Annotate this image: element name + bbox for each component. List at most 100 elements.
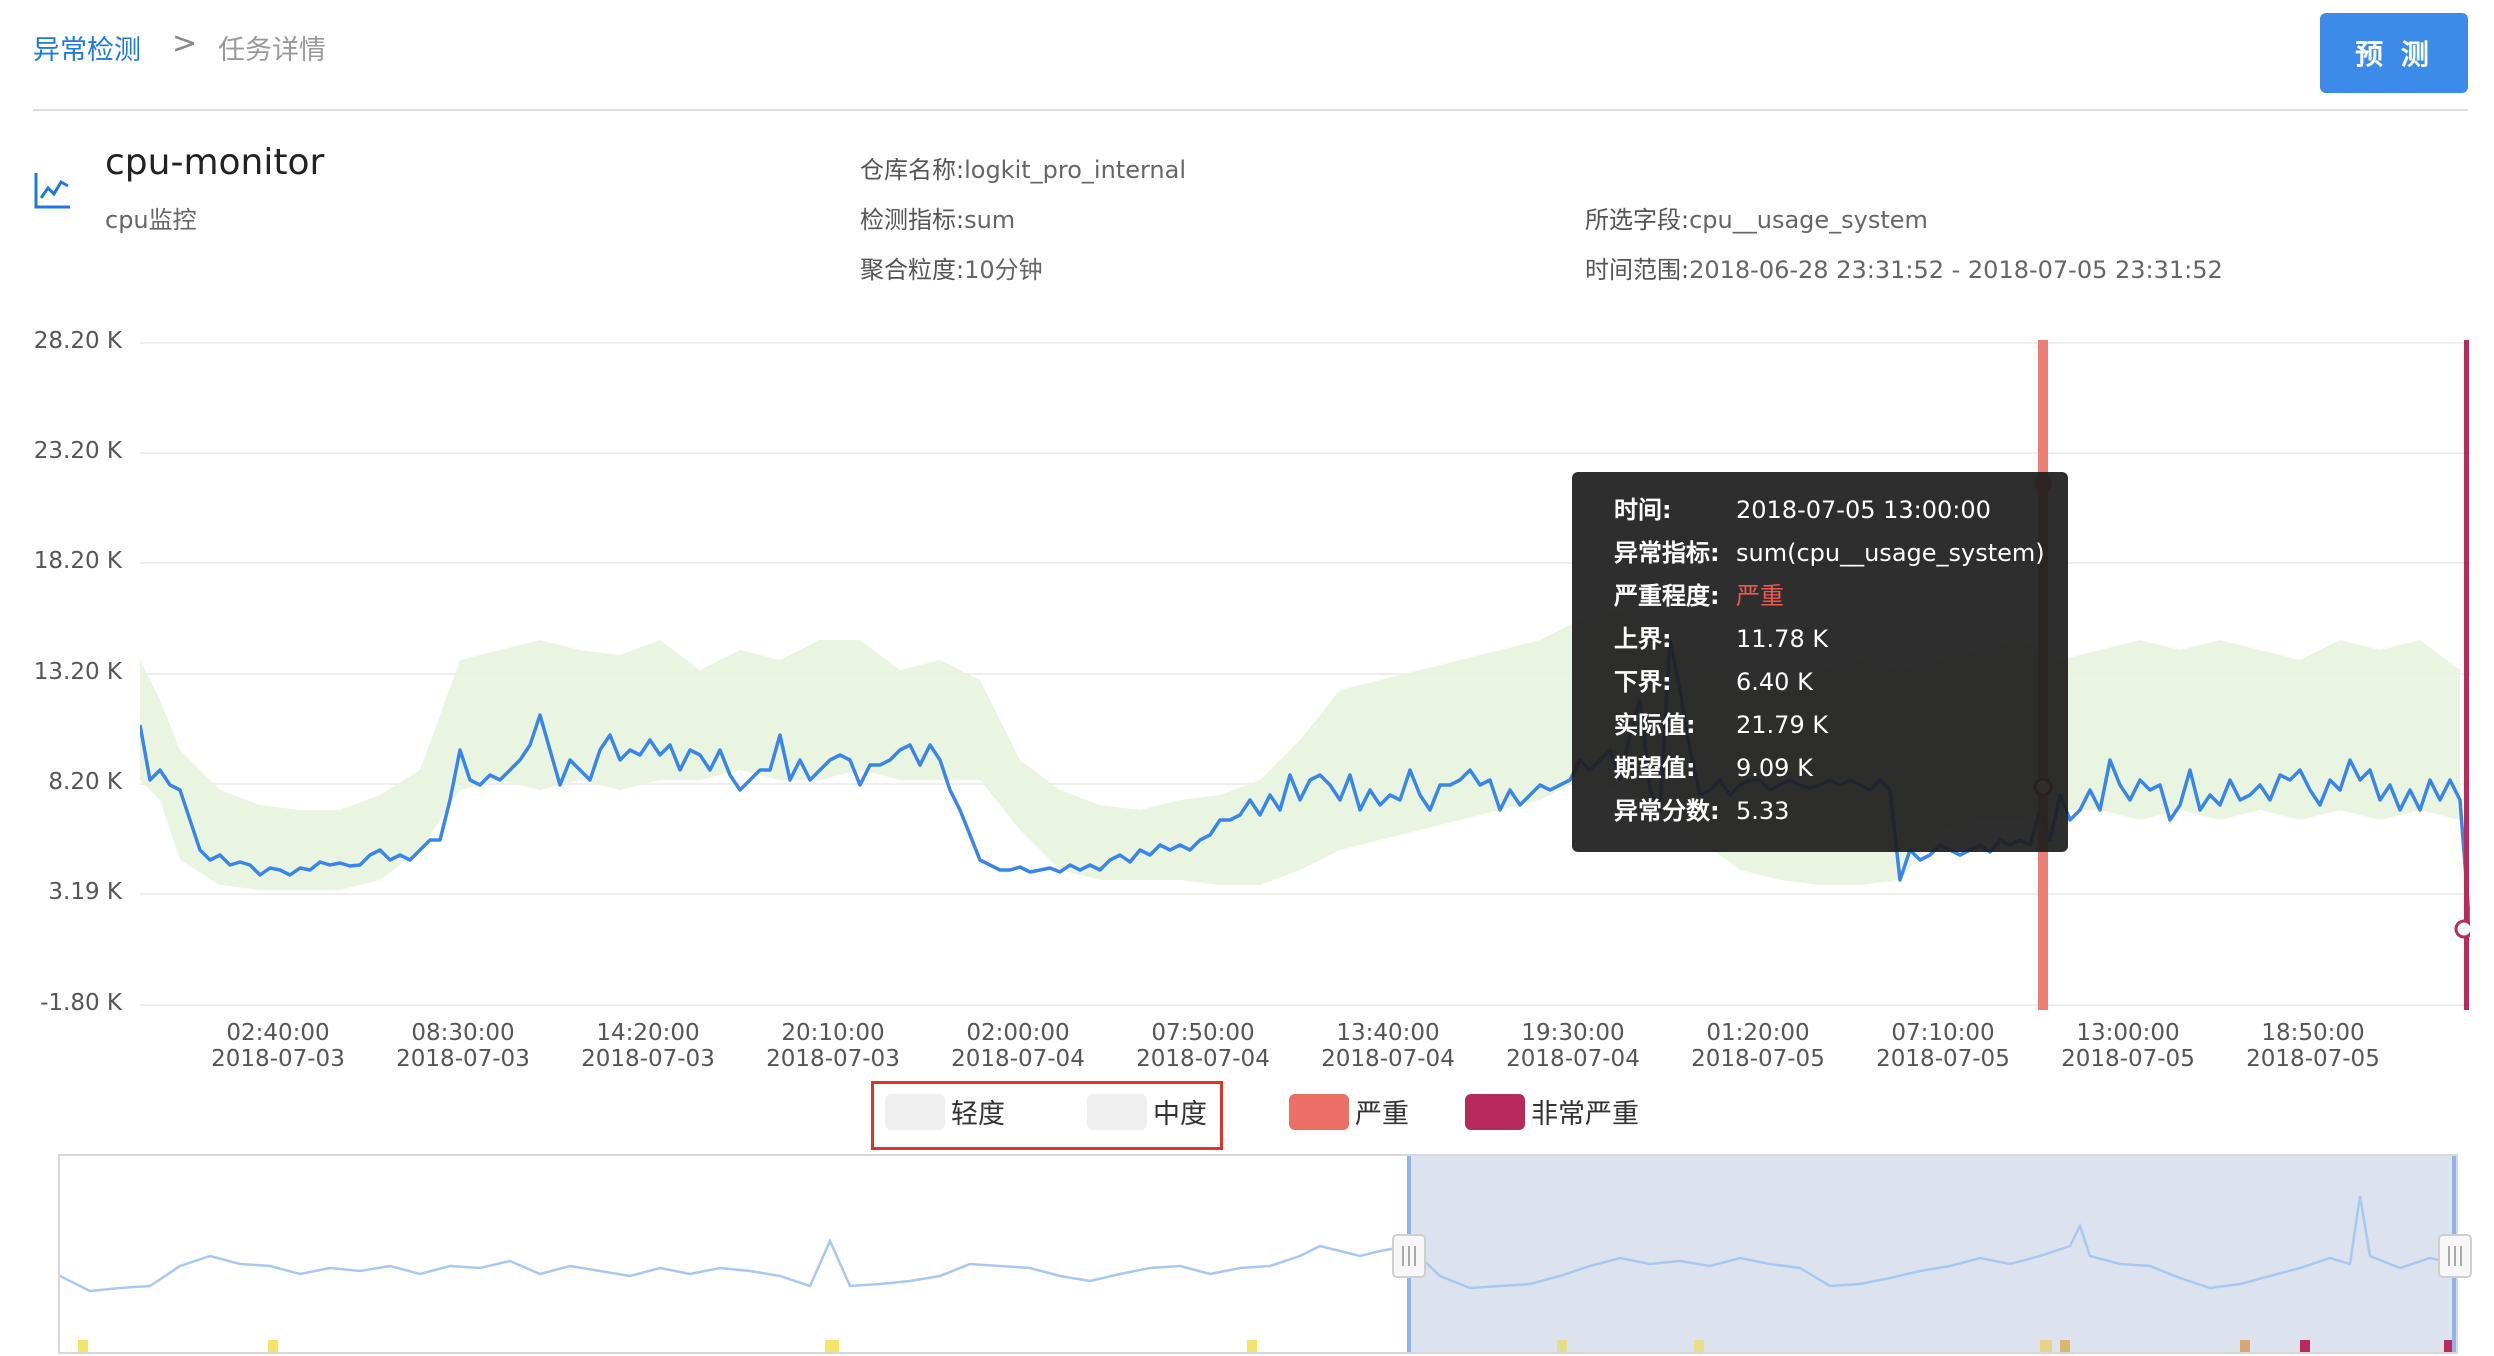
legend-item-severe[interactable]: 严重 <box>1289 1092 1409 1131</box>
legend-swatch-very-severe <box>1465 1093 1525 1130</box>
x-tick-label: 13:40:00 2018-07-04 <box>1288 1020 1488 1072</box>
meta-metric-value: sum <box>964 206 1016 234</box>
predict-button[interactable]: 预 测 <box>2320 13 2468 93</box>
x-tick-time: 02:40:00 <box>226 1020 330 1046</box>
tooltip-severity-row: 严重程度: 严重 <box>1614 576 1784 616</box>
x-tick-date: 2018-07-03 <box>766 1046 900 1072</box>
y-tick-label: 23.20 K <box>33 438 122 464</box>
x-tick-date: 2018-07-05 <box>2061 1046 2195 1072</box>
x-tick-time: 13:00:00 <box>2076 1020 2180 1046</box>
y-tick-label: 18.20 K <box>33 548 122 574</box>
x-tick-date: 2018-07-05 <box>2246 1046 2380 1072</box>
meta-repo-value: logkit_pro_internal <box>964 156 1186 184</box>
meta-metric: 检测指标:sum <box>860 200 1015 235</box>
breadcrumb-current: 任务详情 <box>218 35 326 66</box>
legend-swatch-mild <box>885 1093 945 1130</box>
x-tick-time: 01:20:00 <box>1706 1020 1810 1046</box>
x-tick-time: 13:40:00 <box>1336 1020 1440 1046</box>
meta-range: 时间范围:2018-06-28 23:31:52 - 2018-07-05 23… <box>1585 250 2223 285</box>
x-tick-time: 19:30:00 <box>1521 1020 1625 1046</box>
x-tick-label: 07:50:00 2018-07-04 <box>1103 1020 1303 1072</box>
x-tick-time: 07:10:00 <box>1891 1020 1995 1046</box>
meta-range-label: 时间范围: <box>1585 256 1690 284</box>
breadcrumb-parent-link[interactable]: 异常检测 <box>33 28 141 67</box>
x-tick-time: 18:50:00 <box>2261 1020 2365 1046</box>
overview-right-handle[interactable] <box>2438 1234 2472 1278</box>
tooltip-actual-value: 21.79 K <box>1736 711 1829 739</box>
tooltip-severity-value: 严重 <box>1736 582 1784 610</box>
y-tick-label: 3.19 K <box>48 879 122 905</box>
legend-label-mild: 轻度 <box>951 1099 1005 1130</box>
y-tick-label: 8.20 K <box>48 769 122 795</box>
x-tick-label: 20:10:00 2018-07-03 <box>733 1020 933 1072</box>
meta-granularity-label: 聚合粒度: <box>860 256 965 284</box>
overview-slider[interactable] <box>58 1154 2472 1354</box>
meta-granularity-value: 10分钟 <box>964 256 1043 284</box>
x-tick-time: 20:10:00 <box>781 1020 885 1046</box>
tooltip-time-value: 2018-07-05 13:00:00 <box>1736 496 1991 524</box>
tooltip-metric-row: 异常指标: sum(cpu__usage_system) <box>1614 533 2045 573</box>
x-tick-label: 02:40:00 2018-07-03 <box>178 1020 378 1072</box>
legend-item-moderate[interactable]: 中度 <box>1087 1092 1207 1131</box>
x-tick-label: 01:20:00 2018-07-05 <box>1658 1020 1858 1072</box>
tooltip-upper-row: 上界: 11.78 K <box>1614 619 1828 659</box>
tooltip-time-row: 时间: 2018-07-05 13:00:00 <box>1614 490 1991 530</box>
x-tick-time: 07:50:00 <box>1151 1020 1255 1046</box>
meta-granularity: 聚合粒度:10分钟 <box>860 250 1043 285</box>
x-tick-date: 2018-07-03 <box>396 1046 530 1072</box>
x-tick-date: 2018-07-04 <box>1136 1046 1270 1072</box>
overview-selected-range[interactable] <box>1409 1156 2456 1352</box>
y-tick-label: -1.80 K <box>40 990 122 1016</box>
legend-item-mild[interactable]: 轻度 <box>885 1092 1005 1131</box>
x-tick-date: 2018-07-05 <box>1691 1046 1825 1072</box>
x-tick-label: 13:00:00 2018-07-05 <box>2028 1020 2228 1072</box>
anomaly-tooltip: 时间: 2018-07-05 13:00:00 异常指标: sum(cpu__usa… <box>1572 472 2068 852</box>
tooltip-metric-label: 异常指标: <box>1614 539 1720 567</box>
main-chart[interactable] <box>140 340 2470 1010</box>
x-tick-time: 02:00:00 <box>966 1020 1070 1046</box>
legend-label-severe: 严重 <box>1355 1099 1409 1130</box>
tooltip-score-label: 异常分数: <box>1614 797 1720 825</box>
x-tick-date: 2018-07-03 <box>211 1046 345 1072</box>
x-tick-date: 2018-07-03 <box>581 1046 715 1072</box>
tooltip-upper-label: 上界: <box>1614 625 1672 653</box>
tooltip-expected-row: 期望值: 9.09 K <box>1614 748 1813 788</box>
tooltip-actual-label: 实际值: <box>1614 711 1696 739</box>
tooltip-score-row: 异常分数: 5.33 <box>1614 791 1789 831</box>
meta-metric-label: 检测指标: <box>860 206 965 234</box>
tooltip-actual-row: 实际值: 21.79 K <box>1614 705 1828 745</box>
tooltip-expected-label: 期望值: <box>1614 754 1696 782</box>
legend-label-very-severe: 非常严重 <box>1531 1099 1639 1130</box>
meta-field-label: 所选字段: <box>1585 206 1690 234</box>
x-tick-label: 14:20:00 2018-07-03 <box>548 1020 748 1072</box>
tooltip-expected-value: 9.09 K <box>1736 754 1813 782</box>
x-tick-label: 08:30:00 2018-07-03 <box>363 1020 563 1072</box>
tooltip-upper-value: 11.78 K <box>1736 625 1829 653</box>
tooltip-time-label: 时间: <box>1614 496 1672 524</box>
task-description: cpu监控 <box>105 206 197 234</box>
y-tick-label: 13.20 K <box>33 659 122 685</box>
legend-item-very-severe[interactable]: 非常严重 <box>1465 1092 1639 1131</box>
x-tick-date: 2018-07-04 <box>1506 1046 1640 1072</box>
tooltip-severity-label: 严重程度: <box>1614 582 1720 610</box>
x-tick-time: 14:20:00 <box>596 1020 700 1046</box>
legend-label-moderate: 中度 <box>1153 1099 1207 1130</box>
meta-repo: 仓库名称:logkit_pro_internal <box>860 150 1186 185</box>
confidence-band <box>140 610 2460 890</box>
legend-swatch-moderate <box>1087 1093 1147 1130</box>
x-tick-time: 08:30:00 <box>411 1020 515 1046</box>
y-tick-label: 28.20 K <box>33 328 122 354</box>
x-tick-label: 19:30:00 2018-07-04 <box>1473 1020 1673 1072</box>
breadcrumb-separator-icon: > <box>172 26 198 61</box>
meta-field: 所选字段:cpu__usage_system <box>1585 200 1928 235</box>
x-tick-label: 02:00:00 2018-07-04 <box>918 1020 1118 1072</box>
meta-range-value: 2018-06-28 23:31:52 - 2018-07-05 23:31:5… <box>1689 256 2223 284</box>
tooltip-score-value: 5.33 <box>1736 797 1790 825</box>
tooltip-lower-value: 6.40 K <box>1736 668 1813 696</box>
x-tick-label: 07:10:00 2018-07-05 <box>1843 1020 2043 1072</box>
x-tick-date: 2018-07-05 <box>1876 1046 2010 1072</box>
tooltip-lower-label: 下界: <box>1614 668 1672 696</box>
tooltip-metric-value: sum(cpu__usage_system) <box>1736 539 2045 567</box>
header-divider <box>33 109 2468 111</box>
overview-left-handle[interactable] <box>1392 1234 1426 1278</box>
